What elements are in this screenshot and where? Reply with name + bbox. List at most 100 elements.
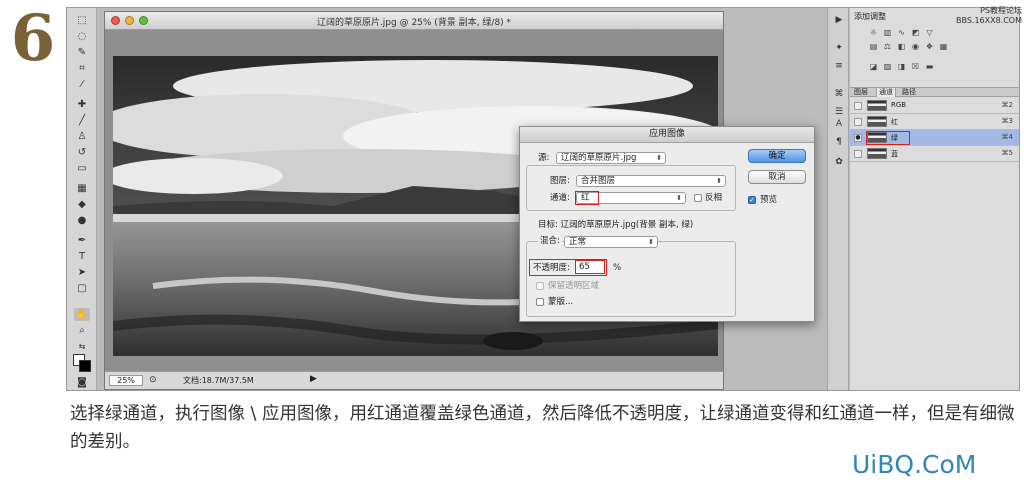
layer-select[interactable]: 合并图层 ⬍ — [576, 175, 726, 187]
eye-icon[interactable]: ● — [854, 134, 862, 142]
channel-row-blue[interactable]: 蓝 ⌘5 — [850, 146, 1019, 162]
exposure-icon[interactable]: ◩ — [910, 28, 921, 38]
pen-tool-icon[interactable]: ✒ — [74, 234, 90, 247]
channel-thumbnail — [867, 116, 887, 127]
source-select[interactable]: 辽阔的草原原片.jpg ⬍ — [556, 152, 666, 164]
source-group — [526, 165, 736, 211]
preview-label: 预览 — [760, 195, 778, 205]
visibility-icon[interactable] — [854, 118, 862, 126]
selective-color-icon[interactable]: ☒ — [910, 62, 921, 72]
document-info-icon[interactable]: ⊙ — [149, 375, 157, 385]
play-icon[interactable]: ▶ — [832, 14, 846, 26]
channel-thumbnail — [867, 100, 887, 111]
character-icon[interactable]: A — [832, 118, 846, 130]
paragraph-icon[interactable]: ¶ — [832, 136, 846, 148]
history-brush-tool-icon[interactable]: ↺ — [74, 146, 90, 159]
cancel-button[interactable]: 取消 — [748, 170, 806, 184]
swap-colors-icon[interactable]: ⇆ — [74, 340, 90, 353]
layer-label: 图层: — [550, 176, 570, 186]
black-white-icon[interactable]: ◧ — [896, 42, 907, 52]
dodge-tool-icon[interactable]: ● — [74, 214, 90, 227]
mask-label: 蒙版... — [548, 297, 574, 307]
status-bar: 25% ⊙ 文档:18.7M/37.5M ▶ — [105, 371, 723, 389]
adjustments-title: 添加调整 — [854, 12, 886, 21]
invert-icon[interactable]: ◪ — [868, 62, 879, 72]
color-balance-icon[interactable]: ⚖ — [882, 42, 893, 52]
eraser-tool-icon[interactable]: ▭ — [74, 162, 90, 175]
photo-filter-icon[interactable]: ◉ — [910, 42, 921, 52]
adjust-icon[interactable]: ≡ — [832, 60, 846, 72]
brightness-icon[interactable]: ☼ — [868, 28, 879, 38]
channel-row-rgb[interactable]: RGB ⌘2 — [850, 98, 1019, 114]
instruction-caption: 选择绿通道，执行图像 \ 应用图像，用红通道覆盖绿色通道，然后降低不透明度，让绿… — [70, 404, 1015, 452]
hand-tool-icon[interactable]: ✋ — [74, 308, 90, 321]
stamp-tool-icon[interactable]: ♙ — [74, 130, 90, 143]
path-select-tool-icon[interactable]: ➤ — [74, 266, 90, 279]
visibility-icon[interactable] — [854, 102, 862, 110]
levels-icon[interactable]: ▥ — [882, 28, 893, 38]
mask-checkbox[interactable] — [536, 298, 544, 306]
visibility-icon[interactable] — [854, 150, 862, 158]
shape-tool-icon[interactable]: ▢ — [74, 282, 90, 295]
site-logo: UiBQ.CoM — [852, 450, 977, 479]
curves-icon[interactable]: ∿ — [896, 28, 907, 38]
preview-checkbox[interactable]: ✓ — [748, 196, 756, 204]
gradient-tool-icon[interactable]: ▦ — [74, 182, 90, 195]
quick-mask-icon[interactable]: ◙ — [74, 376, 90, 389]
forum-watermark: PS教程论坛 BBS.16XX8.COM — [955, 6, 1022, 25]
brush-preset-icon[interactable]: ✦ — [832, 42, 846, 54]
chevron-down-icon: ⬍ — [716, 177, 722, 185]
document-size: 文档:18.7M/37.5M — [183, 376, 254, 385]
zoom-tool-icon[interactable]: ⌕ — [74, 324, 90, 337]
lasso-tool-icon[interactable]: ◌ — [74, 30, 90, 43]
history-icon[interactable]: ⌘ — [832, 88, 846, 100]
zoom-level-field[interactable]: 25% — [109, 375, 143, 386]
threshold-icon[interactable]: ◨ — [896, 62, 907, 72]
quick-select-tool-icon[interactable]: ✎ — [74, 46, 90, 59]
list-icon[interactable]: ☰ — [832, 106, 846, 118]
channel-label: 通道: — [550, 193, 570, 203]
chevron-down-icon: ⬍ — [676, 194, 682, 202]
gradient-map-icon[interactable]: ▬ — [924, 62, 935, 72]
hue-saturation-icon[interactable]: ▤ — [868, 42, 879, 52]
document-title: 辽阔的草原原片.jpg @ 25% (背景 副本, 绿/8) * — [316, 18, 512, 28]
dialog-title: 应用图像 — [520, 127, 814, 143]
background-color-swatch[interactable] — [79, 360, 91, 372]
healing-tool-icon[interactable]: ✚ — [74, 98, 90, 111]
blur-tool-icon[interactable]: ◆ — [74, 198, 90, 211]
channel-thumbnail — [867, 148, 887, 159]
adjustments-row-1: ☼ ▥ ∿ ◩ ▽ — [868, 28, 935, 38]
blending-select[interactable]: 正常 ⬍ — [564, 236, 658, 248]
clone-source-icon[interactable]: ✿ — [832, 156, 846, 168]
eyedropper-tool-icon[interactable]: ⁄ — [74, 78, 90, 91]
vibrance-icon[interactable]: ▽ — [924, 28, 935, 38]
opacity-input[interactable]: 65 — [575, 260, 605, 274]
tab-layers[interactable]: 图层 — [852, 88, 870, 97]
invert-checkbox[interactable] — [694, 194, 702, 202]
channel-select[interactable]: 红 ⬍ — [576, 192, 686, 204]
type-tool-icon[interactable]: T — [74, 250, 90, 263]
channel-row-red[interactable]: 红 ⌘3 — [850, 114, 1019, 130]
channel-row-green[interactable]: ● 绿 ⌘4 — [850, 130, 1019, 146]
crop-tool-icon[interactable]: ⌗ — [74, 62, 90, 75]
channel-mixer-icon[interactable]: ❖ — [924, 42, 935, 52]
tab-paths[interactable]: 路径 — [900, 88, 918, 97]
source-label: 源: — [538, 153, 550, 163]
ok-button[interactable]: 确定 — [748, 149, 806, 163]
document-titlebar[interactable]: 辽阔的草原原片.jpg @ 25% (背景 副本, 绿/8) * — [105, 12, 723, 30]
status-menu-arrow-icon[interactable]: ▶ — [310, 374, 317, 384]
tab-channels[interactable]: 通道 — [876, 88, 896, 97]
panel-icon-strip: ▶ ✦ ≡ ⌘ ☰ A ¶ ✿ — [827, 8, 849, 390]
preserve-transparency-checkbox[interactable] — [536, 282, 544, 290]
target-text: 目标: 辽阔的草原原片.jpg(背景 副本, 绿) — [538, 220, 694, 230]
marquee-tool-icon[interactable]: ⬚ — [74, 14, 90, 27]
photoshop-screenshot: ⬚ ◌ ✎ ⌗ ⁄ ✚ ╱ ♙ ↺ ▭ ▦ ◆ ● ✒ T ➤ ▢ ✋ ⌕ ⇆ … — [66, 7, 1020, 391]
posterize-icon[interactable]: ▨ — [882, 62, 893, 72]
brush-tool-icon[interactable]: ╱ — [74, 114, 90, 127]
blending-label: 混合: — [538, 235, 562, 247]
color-lookup-icon[interactable]: ▦ — [938, 42, 949, 52]
adjustments-row-3: ◪ ▨ ◨ ☒ ▬ — [868, 62, 935, 72]
apply-image-dialog: 应用图像 源: 辽阔的草原原片.jpg ⬍ 图层: 合并图层 ⬍ 通道: 红 ⬍ 反相… — [519, 126, 815, 322]
tools-panel: ⬚ ◌ ✎ ⌗ ⁄ ✚ ╱ ♙ ↺ ▭ ▦ ◆ ● ✒ T ➤ ▢ ✋ ⌕ ⇆ … — [67, 8, 97, 390]
preserve-transparency-label: 保留透明区域 — [548, 281, 600, 291]
